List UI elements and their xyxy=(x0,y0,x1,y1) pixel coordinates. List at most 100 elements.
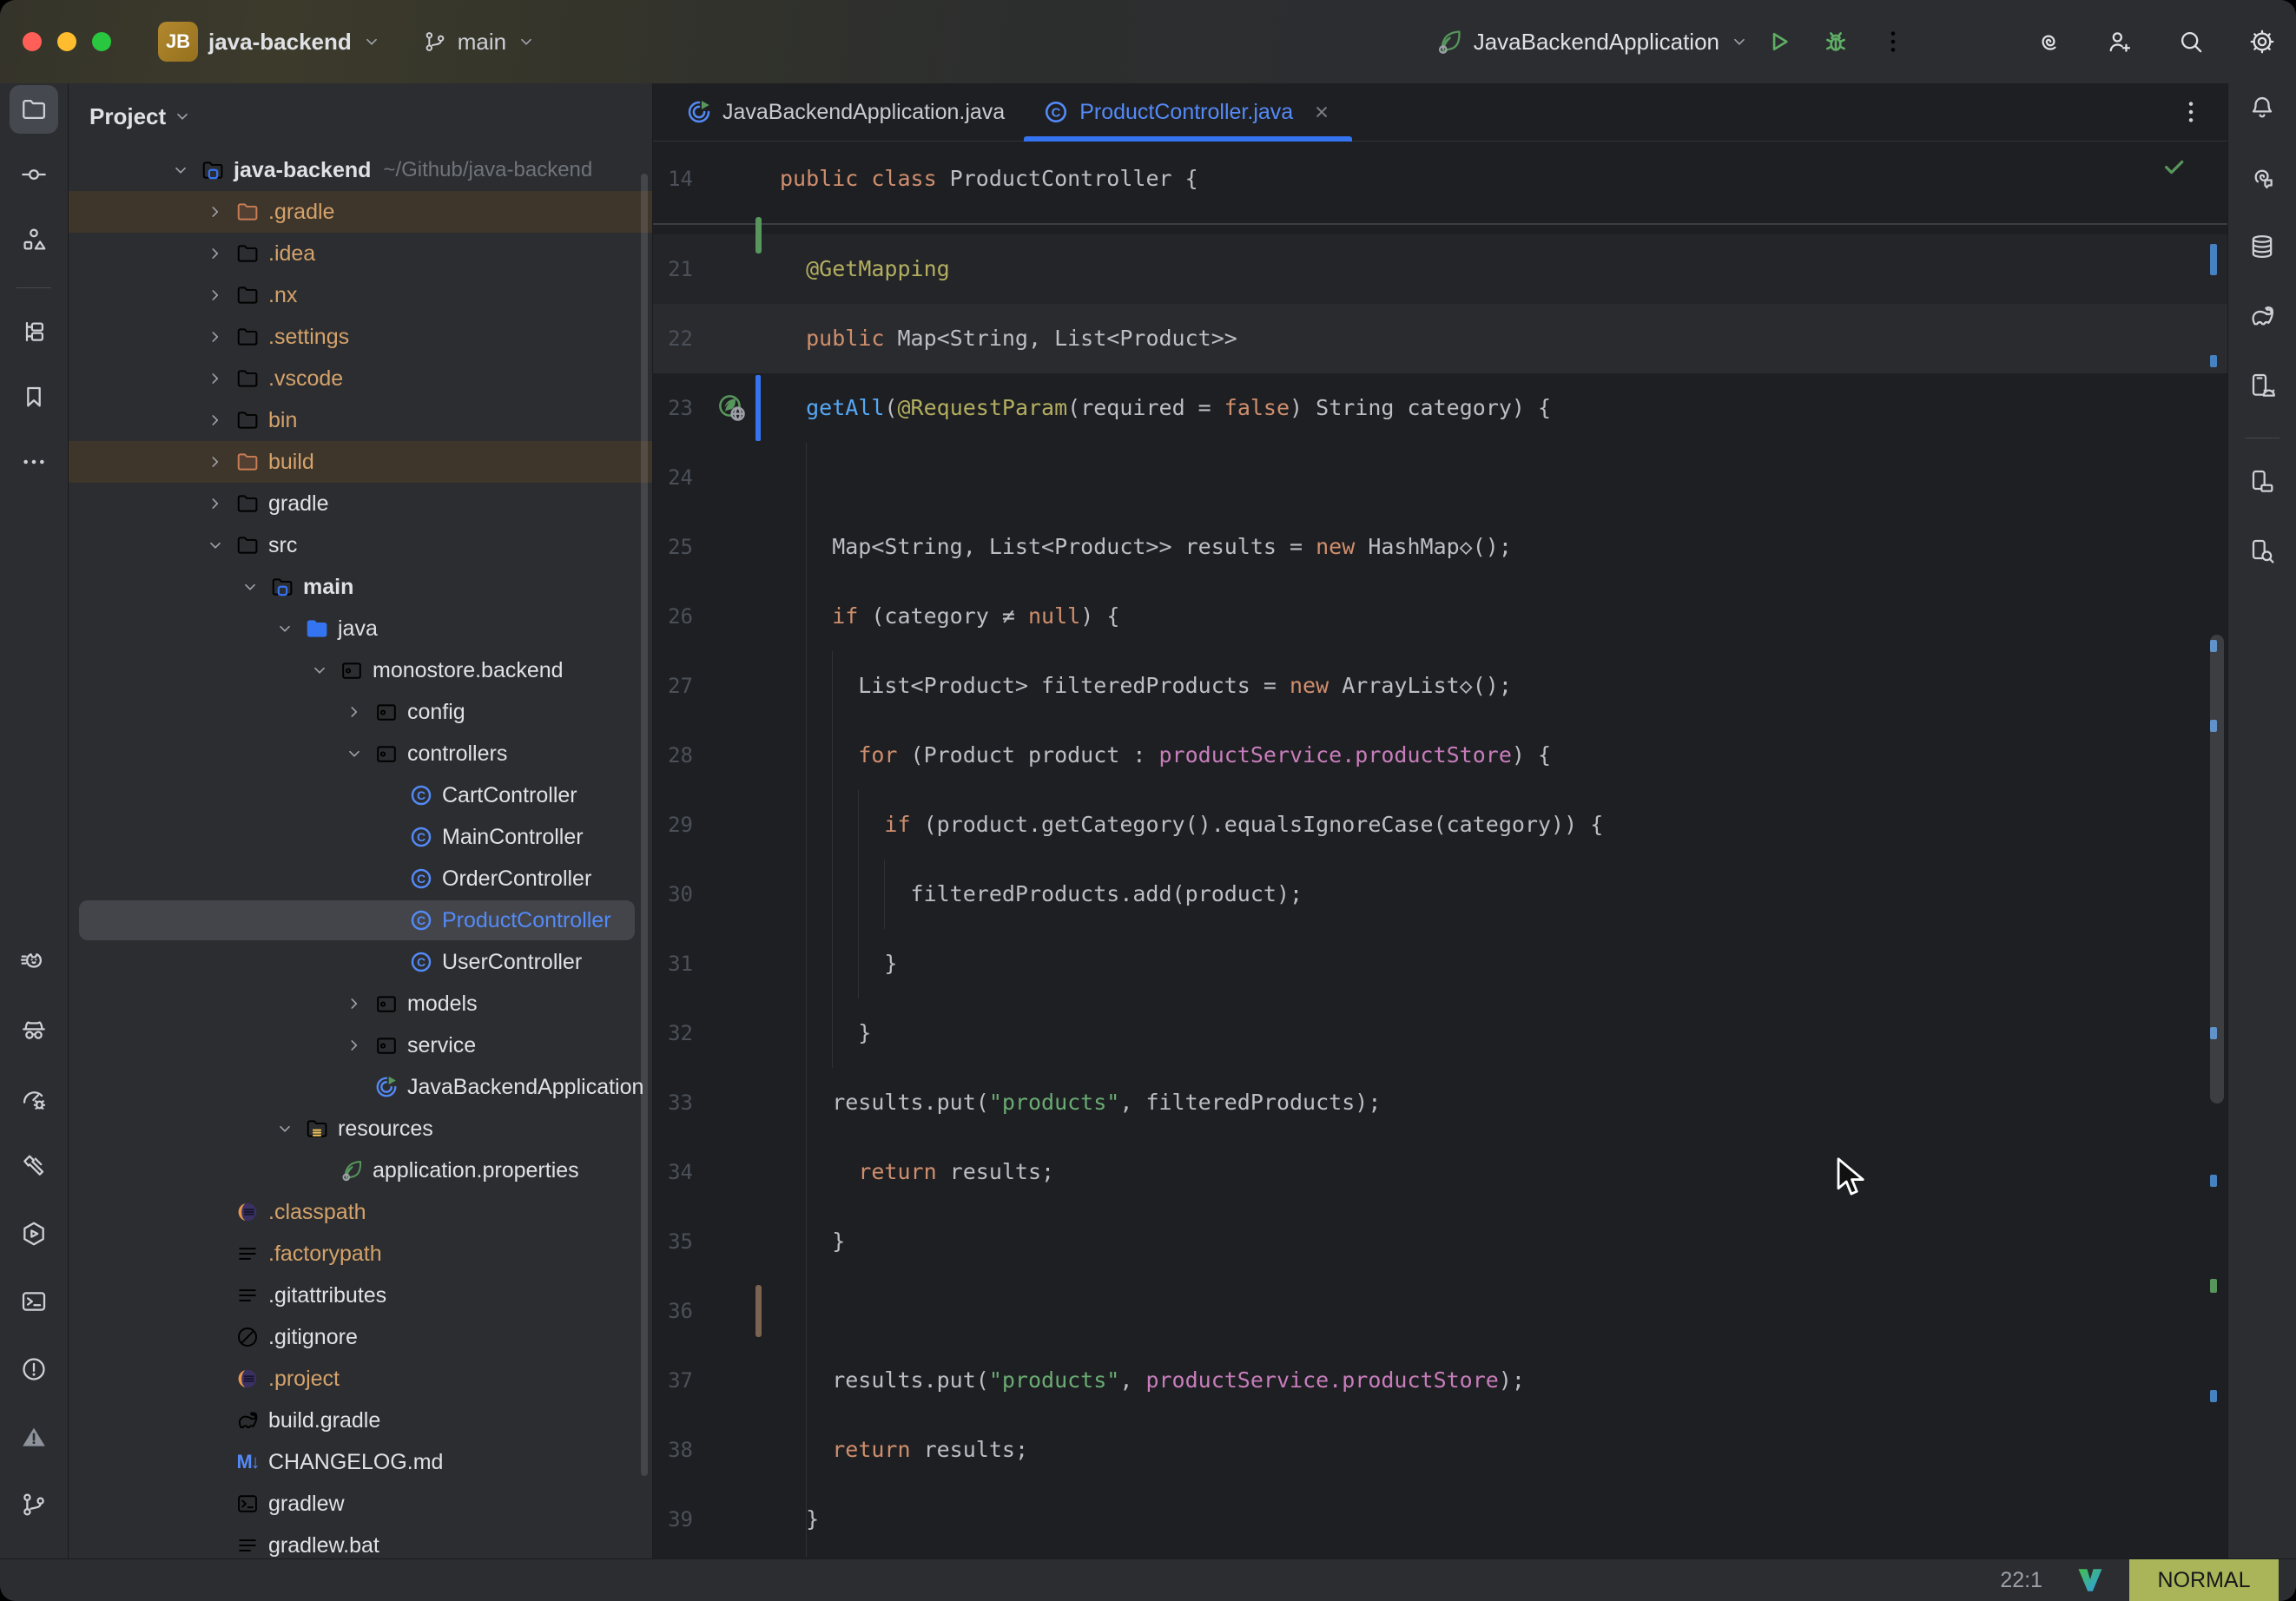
tree-item-java-backend[interactable]: java-backend~/Github/java-backend xyxy=(69,149,652,191)
caret-position[interactable]: 22:1 xyxy=(2000,1568,2042,1593)
editor-tab-productcontroller-java[interactable]: CProductController.java xyxy=(1024,83,1352,141)
chevron-down-icon[interactable] xyxy=(171,160,201,181)
line-number[interactable]: 33 xyxy=(653,1090,710,1115)
chevron-right-icon[interactable] xyxy=(206,451,235,472)
chevron-down-icon[interactable] xyxy=(275,1118,305,1139)
code-line-14[interactable]: 14public class ProductController { xyxy=(653,144,2227,214)
chevron-right-icon[interactable] xyxy=(345,993,374,1014)
line-number[interactable]: 24 xyxy=(653,465,710,490)
toolwindow-git-branch-button[interactable] xyxy=(10,1480,58,1529)
line-number[interactable]: 21 xyxy=(653,257,710,281)
line-number[interactable]: 27 xyxy=(653,674,710,698)
tree-item-gradle[interactable]: gradle xyxy=(69,483,652,524)
tree-item-gradlew-bat[interactable]: gradlew.bat xyxy=(69,1525,652,1558)
close-tab-icon[interactable] xyxy=(1310,101,1333,123)
editor-scrollbar[interactable] xyxy=(2210,635,2224,1104)
tree-item-cartcontroller[interactable]: CCartController xyxy=(69,774,652,816)
chevron-down-icon[interactable] xyxy=(206,535,235,556)
add-user-button[interactable] xyxy=(2105,27,2134,56)
tree-item-settings[interactable]: .settings xyxy=(69,316,652,358)
code-line-25[interactable]: 25 Map<String, List<Product>> results = … xyxy=(653,512,2227,582)
inspection-ok-icon[interactable] xyxy=(2161,154,2187,180)
toolwindow-project-folder-button[interactable] xyxy=(10,85,58,134)
line-number[interactable]: 28 xyxy=(653,743,710,768)
tree-item-build-gradle[interactable]: build.gradle xyxy=(69,1400,652,1441)
toolwindow-structure-shapes-button[interactable] xyxy=(10,215,58,264)
toolwindow-problems-button[interactable] xyxy=(10,1345,58,1393)
tree-item-classpath[interactable]: .classpath xyxy=(69,1191,652,1233)
tree-item-service[interactable]: service xyxy=(69,1025,652,1066)
zoom-window-button[interactable] xyxy=(92,32,111,51)
debug-bug-button[interactable] xyxy=(1817,23,1855,61)
code-line-31[interactable]: 31 } xyxy=(653,929,2227,998)
code-line-38[interactable]: 38 return results; xyxy=(653,1415,2227,1485)
toolwindow-dash-cat-button[interactable] xyxy=(10,939,58,987)
minimize-window-button[interactable] xyxy=(57,32,76,51)
toolwindow-commit-button[interactable] xyxy=(10,150,58,199)
toolwindow-more-tools-button[interactable] xyxy=(10,438,58,486)
tree-item-gradlew[interactable]: gradlew xyxy=(69,1483,652,1525)
code-line-26[interactable]: 26 if (category ≠ null) { xyxy=(653,582,2227,651)
project-widget[interactable]: JB java-backend xyxy=(158,22,381,62)
chevron-down-icon[interactable] xyxy=(275,618,305,639)
toolwindow-device-manager-button[interactable] xyxy=(2238,458,2286,506)
tree-item-factorypath[interactable]: .factorypath xyxy=(69,1233,652,1275)
tab-options-kebab-button[interactable] xyxy=(2172,93,2210,131)
toolwindow-services-button[interactable] xyxy=(10,1209,58,1258)
code-line-21[interactable]: 21 @GetMapping xyxy=(653,234,2227,304)
line-number[interactable]: 14 xyxy=(653,167,710,191)
code-line-36[interactable]: 36 xyxy=(653,1276,2227,1346)
tree-item-bin[interactable]: bin xyxy=(69,399,652,441)
code-line-33[interactable]: 33 results.put("products", filteredProdu… xyxy=(653,1068,2227,1137)
code-editor[interactable]: 14public class ProductController { 21 @Ge… xyxy=(653,142,2227,1558)
code-line-24[interactable]: 24 xyxy=(653,443,2227,512)
tree-item-ordercontroller[interactable]: COrderController xyxy=(69,858,652,899)
tree-item-application-properties[interactable]: application.properties xyxy=(69,1150,652,1191)
chevron-right-icon[interactable] xyxy=(206,201,235,222)
ai-swirl-button[interactable] xyxy=(2034,27,2063,56)
chevron-right-icon[interactable] xyxy=(345,702,374,722)
line-number[interactable]: 37 xyxy=(653,1368,710,1393)
chevron-down-icon[interactable] xyxy=(345,743,374,764)
tree-item-gradle[interactable]: .gradle xyxy=(69,191,652,233)
tree-item-changelog-md[interactable]: M↓CHANGELOG.md xyxy=(69,1441,652,1483)
toolwindow-terminal-button[interactable] xyxy=(10,1277,58,1326)
tree-item-idea[interactable]: .idea xyxy=(69,233,652,274)
line-number[interactable]: 31 xyxy=(653,952,710,976)
chevron-right-icon[interactable] xyxy=(206,285,235,306)
settings-gear-button[interactable] xyxy=(2247,27,2277,56)
toolwindow-running-devices-button[interactable] xyxy=(2238,361,2286,410)
more-options-kebab-button[interactable] xyxy=(1874,23,1912,61)
code-line-28[interactable]: 28 for (Product product : productService… xyxy=(653,721,2227,790)
line-number[interactable]: 23 xyxy=(653,396,710,420)
chevron-right-icon[interactable] xyxy=(206,368,235,389)
chevron-right-icon[interactable] xyxy=(345,1035,374,1056)
tree-item-javabackendapplication[interactable]: JavaBackendApplication xyxy=(69,1066,652,1108)
line-number[interactable]: 34 xyxy=(653,1160,710,1184)
chevron-right-icon[interactable] xyxy=(206,243,235,264)
search-button[interactable] xyxy=(2176,27,2206,56)
tree-item-maincontroller[interactable]: CMainController xyxy=(69,816,652,858)
tree-item-config[interactable]: config xyxy=(69,691,652,733)
tree-item-gitignore[interactable]: .gitignore xyxy=(69,1316,652,1358)
tree-item-build[interactable]: build xyxy=(69,441,652,483)
close-window-button[interactable] xyxy=(23,32,42,51)
code-line-35[interactable]: 35 } xyxy=(653,1207,2227,1276)
vim-mode-badge[interactable]: NORMAL xyxy=(2129,1559,2279,1601)
tree-item-main[interactable]: main xyxy=(69,566,652,608)
code-line-34[interactable]: 34 return results; xyxy=(653,1137,2227,1207)
run-play-button[interactable] xyxy=(1759,23,1798,61)
code-line-37[interactable]: 37 results.put("products", productServic… xyxy=(653,1346,2227,1415)
line-number[interactable]: 38 xyxy=(653,1438,710,1462)
tree-item-usercontroller[interactable]: CUserController xyxy=(69,941,652,983)
code-line-32[interactable]: 32 } xyxy=(653,998,2227,1068)
toolwindow-hierarchy-button[interactable] xyxy=(10,307,58,356)
toolwindow-database-button[interactable] xyxy=(2238,222,2286,271)
tree-item-java[interactable]: java xyxy=(69,608,652,649)
tree-item-vscode[interactable]: .vscode xyxy=(69,358,652,399)
toolwindow-build-hammer-button[interactable] xyxy=(10,1142,58,1190)
line-number[interactable]: 32 xyxy=(653,1021,710,1045)
toolwindow-notifications-bell-button[interactable] xyxy=(2238,83,2286,132)
tree-item-project[interactable]: .project xyxy=(69,1358,652,1400)
line-number[interactable]: 35 xyxy=(653,1229,710,1254)
